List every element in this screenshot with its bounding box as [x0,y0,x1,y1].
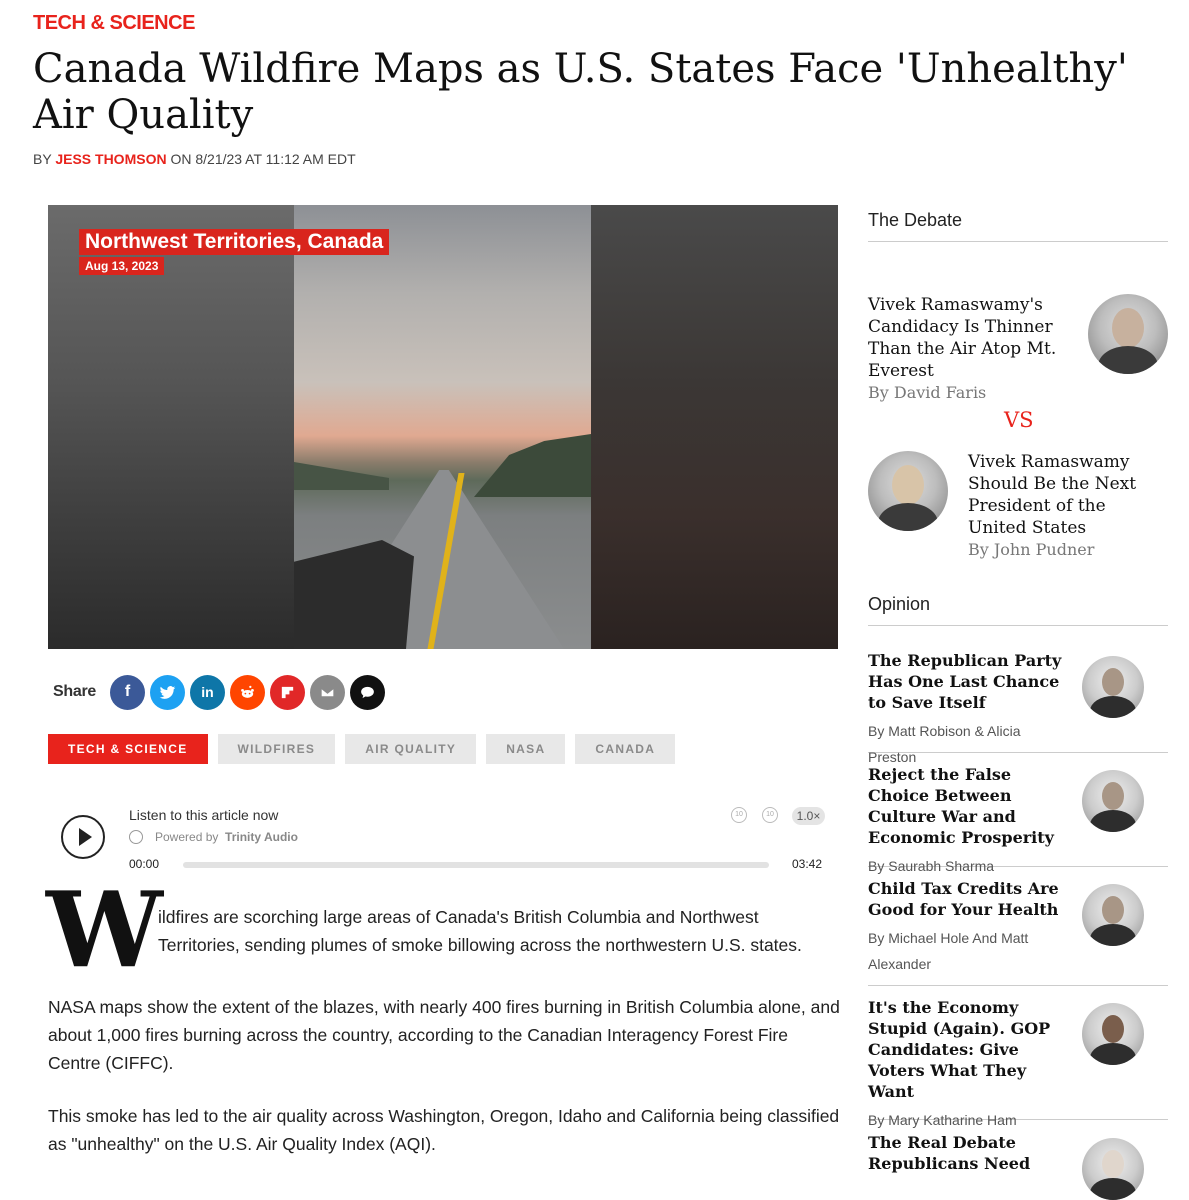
opinion-item[interactable]: It's the Economy Stupid (Again). GOP Can… [868,997,1168,1128]
opinion-author: By Michael Hole And Matt Alexander [868,930,1029,972]
debate-b-author: By John Pudner [968,540,1095,559]
tag-nasa[interactable]: NASA [486,734,566,764]
twitter-icon [159,685,176,699]
opinion-item[interactable]: The Republican Party Has One Last Chance… [868,650,1168,765]
author-link[interactable]: JESS THOMSON [55,151,166,167]
trinity-audio-link[interactable]: Trinity Audio [225,830,298,844]
opinion-title[interactable]: The Real Debate Republicans Need [868,1132,1070,1174]
comment-icon [361,686,374,698]
facebook-share-button[interactable]: f [110,674,145,710]
twitter-share-button[interactable] [150,674,185,710]
reddit-share-button[interactable] [230,674,265,710]
opinion-thumbnail [1082,884,1144,946]
linkedin-icon: in [201,684,214,700]
rewind-10-button[interactable]: 10 [731,807,747,823]
hero-video[interactable]: Northwest Territories, Canada Aug 13, 20… [48,205,838,649]
opinion-thumbnail [1082,1003,1144,1065]
facebook-icon: f [124,683,131,700]
hero-location-label: Northwest Territories, Canada [79,229,390,255]
share-bar: Share f in [53,674,385,710]
duration: 03:42 [792,857,823,871]
debate-a-author: By David Faris [868,383,987,402]
reddit-icon [241,685,254,698]
opinion-title[interactable]: The Republican Party Has One Last Chance… [868,650,1070,713]
author-avatar [868,451,948,531]
forward-10-button[interactable]: 10 [762,807,778,823]
opinion-item[interactable]: Reject the False Choice Between Culture … [868,764,1168,874]
tag-canada[interactable]: CANADA [575,734,676,764]
opinion-heading: Opinion [868,594,1168,626]
opinion-title[interactable]: Child Tax Credits Are Good for Your Heal… [868,878,1070,920]
wildfire-road-image [294,205,591,649]
flipboard-icon [281,686,294,698]
tree-line-left [294,462,389,490]
byline-prefix: BY [33,151,52,167]
opinion-author: By Mary Katharine Ham [868,1112,1017,1128]
audio-player: Listen to this article now Powered by Tr… [48,800,838,880]
opinion-item[interactable]: Child Tax Credits Are Good for Your Heal… [868,878,1168,986]
debate-b-title[interactable]: Vivek Ramaswamy Should Be the Next Presi… [968,451,1168,539]
tree-line [474,434,591,497]
debate-a-title[interactable]: Vivek Ramaswamy's Candidacy Is Thinner T… [868,294,1064,382]
email-share-button[interactable] [310,674,345,710]
hero-blur-right [591,205,838,649]
linkedin-share-button[interactable]: in [190,674,225,710]
author-avatar [1088,294,1168,374]
globe-icon [129,830,143,844]
listen-label: Listen to this article now [129,807,279,823]
powered-by: Powered by Trinity Audio [155,830,298,844]
opinion-thumbnail [1082,770,1144,832]
tag-air-quality[interactable]: AIR QUALITY [345,734,477,764]
debate-article-b[interactable]: Vivek Ramaswamy Should Be the Next Presi… [968,451,1168,559]
debate-heading: The Debate [868,210,1168,242]
article-paragraph: This smoke has led to the air quality ac… [48,1106,840,1154]
playback-speed-button[interactable]: 1.0× [792,807,825,825]
flipboard-share-button[interactable] [270,674,305,710]
article-headline: Canada Wildfire Maps as U.S. States Face… [33,46,1128,138]
opinion-thumbnail [1082,1138,1144,1200]
article-byline: BY JESS THOMSON ON 8/21/23 AT 11:12 AM E… [33,151,356,167]
share-label: Share [53,683,96,700]
article-paragraph: NASA maps show the extent of the blazes,… [48,997,840,1073]
article-category[interactable]: TECH & SCIENCE [33,12,195,35]
tag-tech-science[interactable]: TECH & SCIENCE [48,734,208,764]
article-paragraph: ildfires are scorching large areas of Ca… [158,907,802,955]
opinion-title[interactable]: It's the Economy Stupid (Again). GOP Can… [868,997,1070,1102]
drop-cap: W [46,868,163,991]
opinion-item[interactable]: The Real Debate Republicans Need [868,1132,1168,1200]
email-icon [320,687,335,697]
progress-track[interactable] [183,862,769,868]
opinion-author: By Saurabh Sharma [868,858,995,874]
hero-date-label: Aug 13, 2023 [79,257,165,275]
tag-wildfires[interactable]: WILDFIRES [217,734,336,764]
topic-tags: TECH & SCIENCE WILDFIRES AIR QUALITY NAS… [48,734,676,764]
byline-date: ON 8/21/23 AT 11:12 AM EDT [170,151,356,167]
vs-label: VS [1004,408,1034,432]
comment-button[interactable] [350,674,385,710]
debate-article-a[interactable]: Vivek Ramaswamy's Candidacy Is Thinner T… [868,294,1168,402]
opinion-title[interactable]: Reject the False Choice Between Culture … [868,764,1070,848]
opinion-author: By Matt Robison & Alicia Preston [868,723,1021,765]
powered-by-label: Powered by [155,830,219,844]
play-button[interactable] [61,815,105,859]
opinion-thumbnail [1082,656,1144,718]
